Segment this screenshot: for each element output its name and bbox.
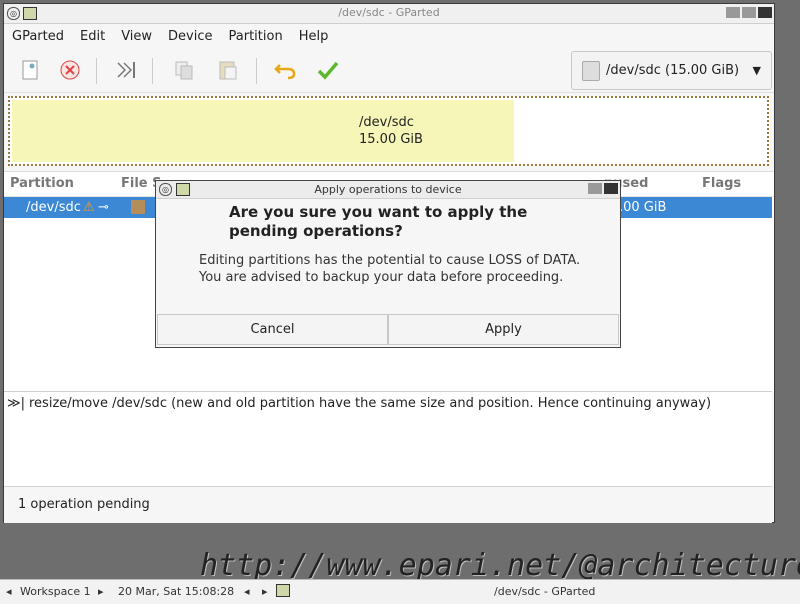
menu-view[interactable]: View bbox=[121, 29, 152, 44]
key-icon: ⊸ bbox=[98, 200, 109, 215]
partition-block[interactable] bbox=[12, 100, 514, 162]
window-controls bbox=[726, 7, 772, 18]
delete-icon bbox=[60, 60, 80, 80]
workspace-prev-arrow[interactable]: ◂ bbox=[6, 585, 12, 598]
warning-icon: ⚠ bbox=[83, 200, 95, 215]
paste-icon bbox=[219, 61, 237, 80]
task-prev-arrow[interactable]: ◂ bbox=[244, 585, 250, 598]
menubar: GParted Edit View Device Partition Help bbox=[4, 24, 774, 48]
dialog-close-button[interactable] bbox=[604, 183, 618, 194]
close-button[interactable] bbox=[758, 7, 772, 18]
status-text: 1 operation pending bbox=[18, 497, 150, 512]
menu-device[interactable]: Device bbox=[168, 29, 212, 44]
column-flags[interactable]: Flags bbox=[702, 176, 741, 191]
dialog-message: Editing partitions has the potential to … bbox=[199, 253, 581, 285]
resize-move-button[interactable] bbox=[112, 56, 140, 84]
filesystem-color-swatch bbox=[131, 200, 145, 214]
resize-move-icon bbox=[117, 62, 135, 78]
disk-icon bbox=[582, 60, 600, 81]
cancel-button[interactable]: Cancel bbox=[157, 314, 388, 345]
operation-text: resize/move /dev/sdc (new and old partit… bbox=[29, 396, 712, 411]
device-selector[interactable]: /dev/sdc (15.00 GiB) ▼ bbox=[571, 51, 772, 90]
paste-button[interactable] bbox=[214, 56, 242, 84]
resize-move-icon: ≫| bbox=[7, 396, 25, 411]
dialog-title: Apply operations to device bbox=[314, 183, 462, 196]
maximize-button[interactable] bbox=[742, 7, 756, 18]
task-next-arrow[interactable]: ▸ bbox=[262, 585, 268, 598]
workspace-label[interactable]: Workspace 1 bbox=[20, 585, 91, 598]
graph-device-size: 15.00 GiB bbox=[359, 132, 423, 147]
watermark: http://www.epari.net/@architecture bbox=[200, 548, 800, 583]
dialog-heading: Are you sure you want to apply the pendi… bbox=[229, 203, 528, 240]
new-icon bbox=[22, 60, 38, 80]
apply-button[interactable] bbox=[314, 56, 342, 84]
desktop: ◎ /dev/sdc - GParted GParted Edit View D… bbox=[0, 0, 800, 604]
menu-partition[interactable]: Partition bbox=[229, 29, 283, 44]
task-title[interactable]: /dev/sdc - GParted bbox=[494, 585, 595, 598]
dialog-controls bbox=[588, 183, 618, 194]
undo-button[interactable] bbox=[272, 56, 300, 84]
apply-dialog: ◎ Apply operations to device Are you sur… bbox=[155, 180, 621, 348]
menu-edit[interactable]: Edit bbox=[80, 29, 105, 44]
copy-button[interactable] bbox=[170, 56, 198, 84]
window-titlebar[interactable]: ◎ /dev/sdc - GParted bbox=[4, 4, 774, 24]
dialog-titlebar[interactable]: ◎ Apply operations to device bbox=[156, 181, 620, 199]
clock: 20 Mar, Sat 15:08:28 bbox=[118, 585, 235, 598]
menu-help[interactable]: Help bbox=[299, 29, 329, 44]
minimize-button[interactable] bbox=[726, 7, 740, 18]
device-selector-label: /dev/sdc (15.00 GiB) bbox=[606, 63, 740, 78]
copy-icon bbox=[175, 61, 193, 80]
dialog-buttons: Cancel Apply bbox=[157, 314, 619, 345]
dialog-minimize-button[interactable] bbox=[588, 183, 602, 194]
apply-confirm-button[interactable]: Apply bbox=[388, 314, 619, 345]
checkmark-icon bbox=[317, 61, 339, 80]
device-graph[interactable]: /dev/sdc 15.00 GiB bbox=[8, 96, 769, 166]
graph-device-name: /dev/sdc bbox=[359, 115, 414, 130]
menu-gparted[interactable]: GParted bbox=[12, 29, 64, 44]
list-item[interactable]: ≫| resize/move /dev/sdc (new and old par… bbox=[7, 396, 711, 411]
new-partition-button[interactable] bbox=[16, 56, 44, 84]
row-unused: .00 GiB bbox=[619, 200, 667, 215]
task-app-icon bbox=[276, 584, 290, 597]
pending-operations-list: ≫| resize/move /dev/sdc (new and old par… bbox=[4, 391, 772, 488]
window-title: /dev/sdc - GParted bbox=[338, 6, 440, 19]
taskbar: ◂ Workspace 1 ▸ 20 Mar, Sat 15:08:28 ◂ ▸… bbox=[0, 579, 800, 604]
delete-partition-button[interactable] bbox=[56, 56, 84, 84]
workspace-next-arrow[interactable]: ▸ bbox=[98, 585, 104, 598]
undo-icon bbox=[274, 64, 296, 80]
status-bar: 1 operation pending bbox=[4, 486, 772, 523]
column-partition[interactable]: Partition bbox=[10, 176, 74, 191]
row-partition-name: /dev/sdc bbox=[26, 200, 81, 215]
graph-label: /dev/sdc 15.00 GiB bbox=[359, 114, 423, 148]
chevron-down-icon: ▼ bbox=[752, 64, 761, 77]
toolbar: /dev/sdc (15.00 GiB) ▼ bbox=[4, 48, 774, 93]
